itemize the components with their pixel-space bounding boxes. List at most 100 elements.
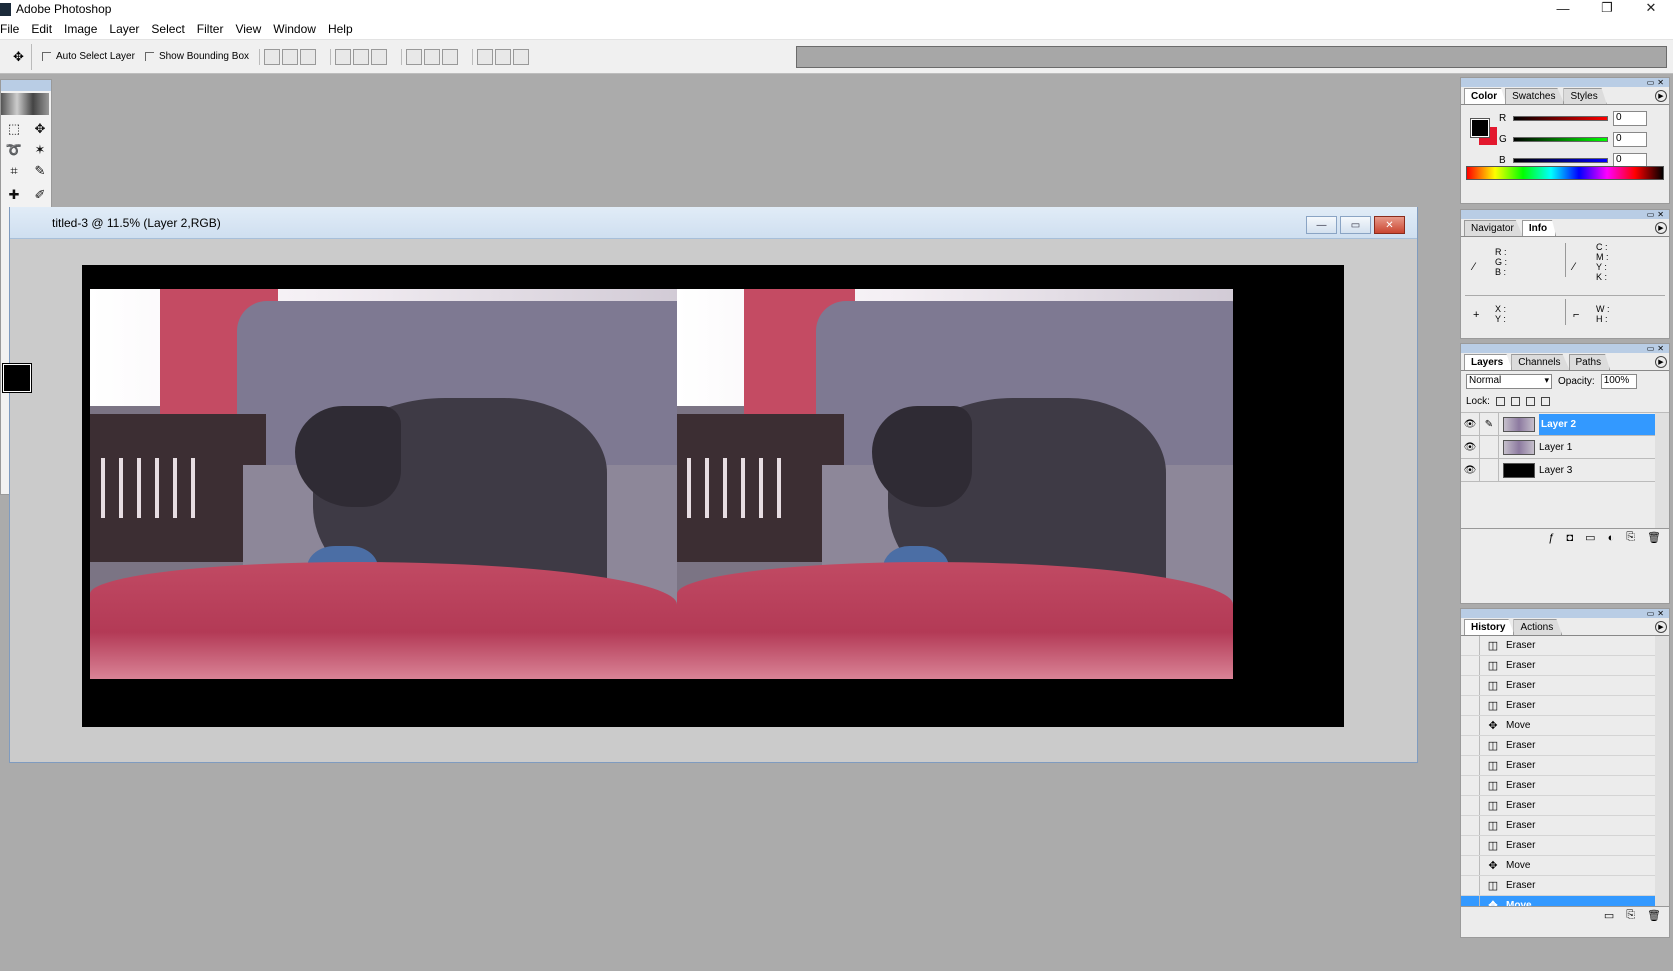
menu-window[interactable]: Window [267, 22, 322, 36]
blend-mode-select[interactable]: Normal [1466, 373, 1552, 389]
new-document-icon[interactable]: ▭ [1604, 909, 1614, 922]
history-item[interactable]: ◫ Eraser [1461, 796, 1655, 816]
history-source-box[interactable] [1461, 796, 1480, 815]
green-track[interactable] [1513, 137, 1608, 142]
menu-edit[interactable]: Edit [25, 22, 58, 36]
layer-name[interactable]: Layer 1 [1539, 442, 1572, 453]
restore-button[interactable]: ❐ [1585, 0, 1629, 18]
move-tool-icon[interactable]: ✥ [6, 43, 32, 70]
toolbox-header[interactable] [1, 80, 51, 91]
history-source-box[interactable] [1461, 816, 1480, 835]
history-item[interactable]: ◫ Eraser [1461, 836, 1655, 856]
visibility-eye-icon[interactable]: 👁 [1461, 413, 1480, 435]
distribute-vcenter-icon[interactable] [424, 48, 441, 65]
menu-filter[interactable]: Filter [191, 22, 230, 36]
history-item[interactable]: ◫ Eraser [1461, 876, 1655, 896]
new-layer-icon[interactable]: ⎘ [1626, 531, 1635, 544]
history-source-box[interactable] [1461, 856, 1480, 875]
close-button[interactable]: ✕ [1629, 0, 1673, 18]
visibility-eye-icon[interactable]: 👁 [1461, 459, 1480, 481]
tab-paths[interactable]: Paths [1568, 354, 1611, 370]
panel-menu-icon[interactable]: ▶ [1655, 621, 1667, 633]
layer-name[interactable]: Layer 2 [1539, 413, 1655, 435]
blue-track[interactable] [1513, 158, 1608, 163]
panel-menu-icon[interactable]: ▶ [1655, 90, 1667, 102]
green-slider[interactable]: G 0 [1499, 132, 1647, 147]
layer-1-image[interactable] [90, 289, 677, 679]
history-source-box[interactable] [1461, 756, 1480, 775]
history-item[interactable]: ✥ Move [1461, 896, 1655, 906]
history-source-box[interactable] [1461, 776, 1480, 795]
color-panel-header[interactable]: ▭✕ [1461, 78, 1669, 87]
new-snapshot-icon[interactable]: ⎘ [1626, 909, 1635, 922]
history-item[interactable]: ◫ Eraser [1461, 736, 1655, 756]
layer-style-icon[interactable]: ƒ [1548, 532, 1554, 544]
tab-navigator[interactable]: Navigator [1464, 220, 1523, 236]
color-fg-swatch[interactable] [1470, 118, 1490, 138]
adjustment-layer-icon[interactable]: ◐ [1608, 532, 1615, 544]
minimize-button[interactable]: — [1541, 0, 1585, 18]
distribute-right-icon[interactable] [513, 48, 530, 65]
healing-brush-tool-icon[interactable]: ✚ [2, 185, 26, 205]
doc-maximize-button[interactable]: ▭ [1340, 216, 1371, 234]
history-item[interactable]: ✥ Move [1461, 716, 1655, 736]
visibility-eye-icon[interactable]: 👁 [1461, 436, 1480, 458]
lock-all-icon[interactable] [1540, 397, 1550, 406]
distribute-top-icon[interactable] [406, 48, 423, 65]
history-item[interactable]: ◫ Eraser [1461, 676, 1655, 696]
panel-menu-icon[interactable]: ▶ [1655, 222, 1667, 234]
menu-image[interactable]: Image [58, 22, 103, 36]
history-panel-header[interactable]: ▭✕ [1461, 609, 1669, 618]
history-item[interactable]: ◫ Eraser [1461, 696, 1655, 716]
history-source-box[interactable] [1461, 656, 1480, 675]
menu-layer[interactable]: Layer [103, 22, 145, 36]
toolbox-logo[interactable] [1, 93, 49, 115]
brush-tool-icon[interactable]: ✐ [28, 185, 52, 205]
align-bottom-icon[interactable] [300, 48, 317, 65]
layer-row[interactable]: 👁 ✎ Layer 2 [1461, 413, 1655, 436]
new-set-icon[interactable]: ▭ [1585, 531, 1595, 544]
tab-history[interactable]: History [1464, 619, 1515, 635]
history-source-box[interactable] [1461, 736, 1480, 755]
layer-2-image[interactable] [677, 289, 1233, 679]
doc-minimize-button[interactable]: — [1306, 216, 1337, 234]
foreground-color-swatch[interactable] [2, 363, 32, 393]
history-source-box[interactable] [1461, 836, 1480, 855]
red-track[interactable] [1513, 116, 1608, 121]
brush-link-icon[interactable]: ✎ [1480, 413, 1499, 435]
lock-position-icon[interactable] [1525, 397, 1535, 406]
align-hcenter-icon[interactable] [353, 48, 370, 65]
doc-close-button[interactable]: ✕ [1374, 216, 1405, 234]
distribute-bottom-icon[interactable] [442, 48, 459, 65]
history-item[interactable]: ◫ Eraser [1461, 756, 1655, 776]
history-source-box[interactable] [1461, 676, 1480, 695]
bounding-box-checkbox[interactable]: Show Bounding Box [144, 51, 249, 62]
info-panel-header[interactable]: ▭✕ [1461, 210, 1669, 219]
history-source-box[interactable] [1461, 696, 1480, 715]
align-vcenter-icon[interactable] [282, 48, 299, 65]
move-tool-icon[interactable]: ✥ [28, 119, 52, 139]
lock-image-icon[interactable] [1510, 397, 1520, 406]
tab-info[interactable]: Info [1521, 220, 1557, 236]
history-item[interactable]: ◫ Eraser [1461, 636, 1655, 656]
history-item[interactable]: ✥ Move [1461, 856, 1655, 876]
history-item[interactable]: ◫ Eraser [1461, 776, 1655, 796]
magic-wand-tool-icon[interactable]: ✶ [28, 140, 52, 160]
tab-styles[interactable]: Styles [1563, 88, 1607, 104]
align-top-icon[interactable] [264, 48, 281, 65]
history-source-box[interactable] [1461, 716, 1480, 735]
distribute-hcenter-icon[interactable] [495, 48, 512, 65]
tab-layers[interactable]: Layers [1464, 354, 1513, 370]
tab-channels[interactable]: Channels [1511, 354, 1570, 370]
layers-panel-header[interactable]: ▭✕ [1461, 344, 1669, 353]
link-box[interactable] [1480, 436, 1499, 458]
history-source-box[interactable] [1461, 876, 1480, 895]
layer-row[interactable]: 👁 Layer 1 [1461, 436, 1655, 459]
history-source-box[interactable] [1461, 636, 1480, 655]
link-box[interactable] [1480, 459, 1499, 481]
document-titlebar[interactable]: titled-3 @ 11.5% (Layer 2,RGB) — ▭ ✕ [10, 207, 1417, 239]
red-value-input[interactable]: 0 [1613, 111, 1647, 126]
slice-tool-icon[interactable]: ✎ [28, 161, 52, 181]
align-right-icon[interactable] [371, 48, 388, 65]
menu-file[interactable]: File [0, 22, 25, 36]
